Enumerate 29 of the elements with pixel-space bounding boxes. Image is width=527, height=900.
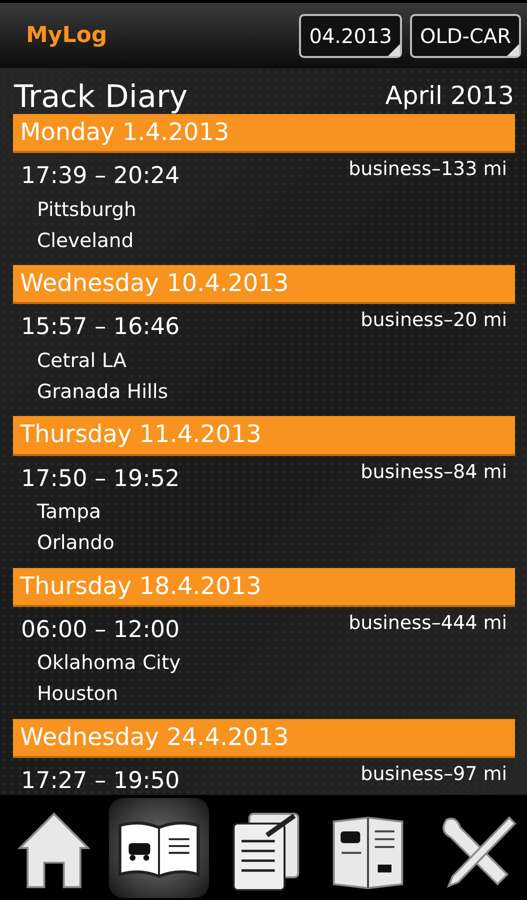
start-location: Oklahoma City [37,651,181,674]
trip-summary: business–444 mi [348,610,507,636]
start-location: Tampa [37,500,101,524]
toolbar-button[interactable] [108,798,209,898]
trip-summary: business–20 mi [360,308,507,334]
trip-time: 17:50 – 19:52 [21,464,180,494]
day-header: Wednesday 24.4.2013 [13,718,515,758]
start-location: Pittsburgh [37,198,136,221]
day-header: Thursday 18.4.2013 [13,568,515,607]
app-title: MyLog [26,22,108,50]
end-location: Houston [37,682,118,706]
day-header: Wednesday 10.4.2013 [13,265,515,304]
trip-time: 15:57 – 16:46 [21,313,180,342]
trip-time: 06:00 – 12:00 [21,616,180,645]
start-location: Cetral LA [37,348,126,372]
dropdown-button[interactable]: OLD-CAR [410,14,521,58]
period-label: April 2013 [385,80,514,112]
end-location: Cleveland [37,228,134,252]
trip-time: 17:27 – 19:50 [21,766,180,795]
end-location: Granada Hills [37,380,168,404]
dropdown-button[interactable]: 04.2013 [299,14,402,58]
day-header: Monday 1.4.2013 [13,114,515,154]
day-header: Thursday 11.4.2013 [13,416,515,456]
page-title: Track Diary [14,80,188,114]
trip-summary: business–133 mi [348,157,507,182]
trip-time: 17:39 – 20:24 [21,162,180,192]
end-location: Orlando [37,531,114,554]
trip-summary: business–97 mi [360,762,507,787]
trip-summary: business–84 mi [360,460,507,485]
